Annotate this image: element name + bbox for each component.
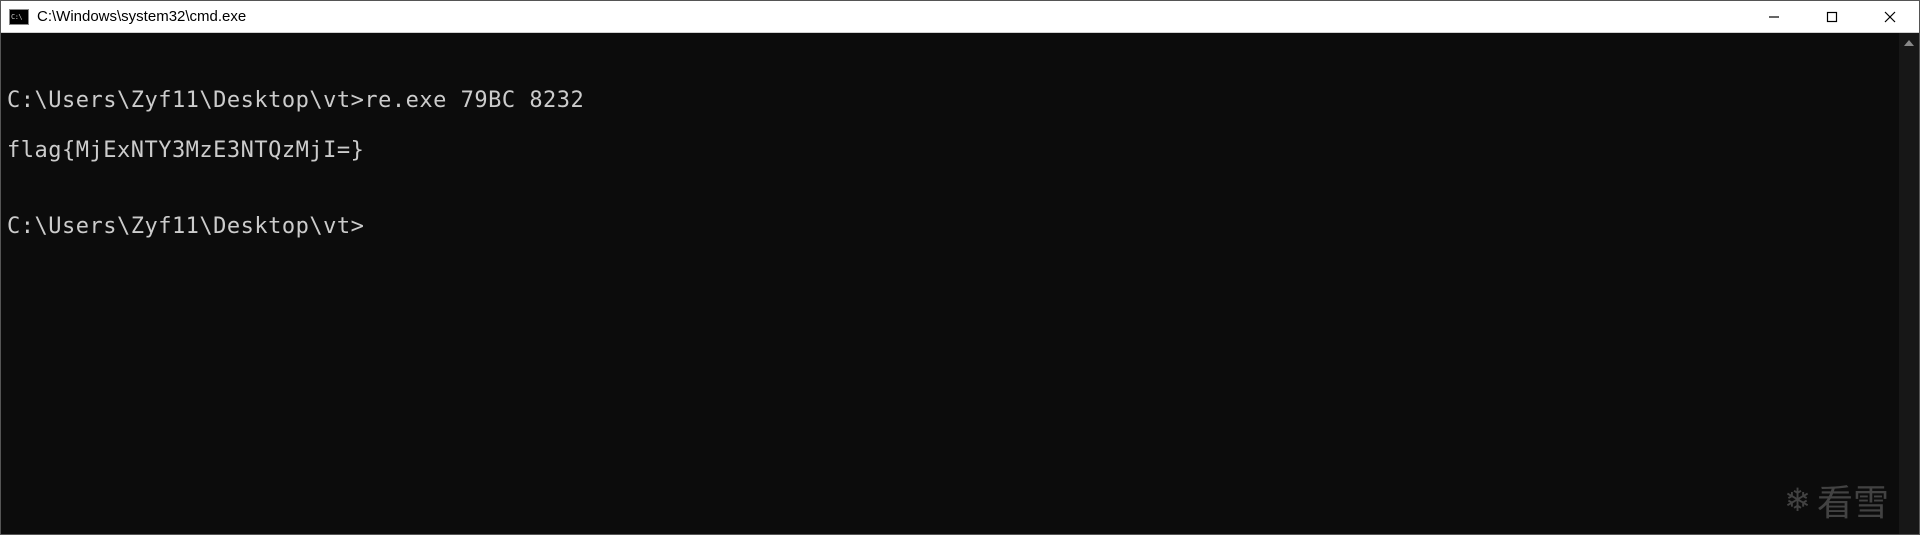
terminal-area: C:\Users\Zyf11\Desktop\vt>re.exe 79BC 82… <box>1 33 1919 534</box>
vertical-scrollbar[interactable] <box>1899 33 1919 534</box>
window-controls <box>1745 1 1919 32</box>
maximize-icon <box>1826 11 1838 23</box>
window-title: C:\Windows\system32\cmd.exe <box>37 8 1745 25</box>
watermark: ❄ 看雪 <box>1784 474 1889 526</box>
app-icon-text: C:\ <box>10 13 22 21</box>
titlebar[interactable]: C:\ C:\Windows\system32\cmd.exe <box>1 1 1919 33</box>
terminal-line: C:\Users\Zyf11\Desktop\vt> <box>7 214 1893 239</box>
close-button[interactable] <box>1861 1 1919 32</box>
terminal-content[interactable]: C:\Users\Zyf11\Desktop\vt>re.exe 79BC 82… <box>1 33 1899 534</box>
maximize-button[interactable] <box>1803 1 1861 32</box>
minimize-icon <box>1768 11 1780 23</box>
chevron-up-icon <box>1904 40 1914 46</box>
app-icon: C:\ <box>9 9 29 25</box>
cmd-window: C:\ C:\Windows\system32\cmd.exe <box>0 0 1920 535</box>
terminal-line: flag{MjExNTY3MzE3NTQzMjI=} <box>7 138 1893 163</box>
watermark-text: 看雪 <box>1817 474 1889 526</box>
snowflake-icon: ❄ <box>1784 481 1811 519</box>
close-icon <box>1884 11 1896 23</box>
terminal-line: C:\Users\Zyf11\Desktop\vt>re.exe 79BC 82… <box>7 88 1893 113</box>
scrollbar-up-button[interactable] <box>1899 33 1919 53</box>
minimize-button[interactable] <box>1745 1 1803 32</box>
